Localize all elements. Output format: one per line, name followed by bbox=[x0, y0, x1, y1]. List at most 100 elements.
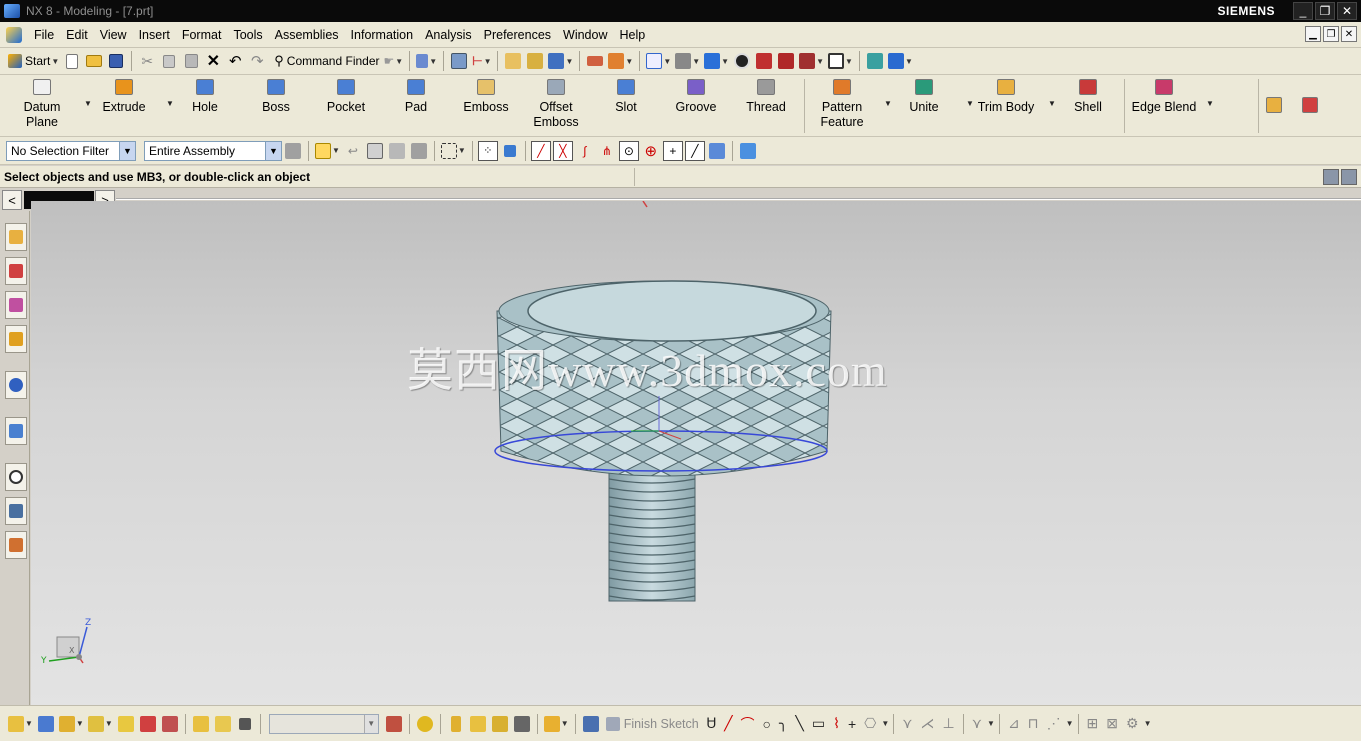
relations-browser-icon[interactable]: ⚙ bbox=[1126, 715, 1139, 732]
command-finder-button[interactable]: ⚲ Command Finder bbox=[274, 51, 379, 71]
reattach-button[interactable] bbox=[491, 714, 509, 734]
feature-groove-button[interactable]: Groove bbox=[662, 79, 730, 115]
view-sketch-button[interactable] bbox=[416, 714, 434, 734]
delete-button[interactable]: ✕ bbox=[204, 51, 222, 71]
measure-button[interactable] bbox=[586, 51, 604, 71]
feature-boss-button[interactable]: Boss bbox=[242, 79, 310, 115]
replace-face-button[interactable] bbox=[117, 714, 135, 734]
snap-on-curve-button[interactable]: ╱ bbox=[684, 140, 705, 161]
profile-tool-icon[interactable]: Ꮜ bbox=[707, 715, 716, 732]
circle-tool-icon[interactable]: ○ bbox=[763, 716, 771, 732]
geometric-constraints-icon[interactable]: ⊓ bbox=[1028, 715, 1039, 732]
menu-information[interactable]: Information bbox=[345, 25, 420, 45]
reuse-library-tab[interactable] bbox=[5, 325, 27, 353]
offset-curve-icon[interactable]: ⎔ bbox=[864, 715, 876, 732]
line-tool-icon[interactable]: ╱ bbox=[724, 715, 732, 732]
linked-face-button[interactable] bbox=[236, 714, 254, 734]
snap-quadrant-button[interactable]: ⊕ bbox=[642, 141, 660, 161]
restore-button[interactable]: ❐ bbox=[1315, 2, 1335, 20]
menu-insert[interactable]: Insert bbox=[133, 25, 176, 45]
drag-handles-button[interactable] bbox=[526, 51, 544, 71]
doc-restore-icon[interactable]: ❐ bbox=[1323, 26, 1339, 42]
selection-filter-combo[interactable]: No Selection Filter ▼ bbox=[6, 140, 136, 161]
snap-enable-button[interactable]: ⁘ bbox=[477, 140, 498, 161]
new-button[interactable] bbox=[63, 51, 81, 71]
window-tile-icon[interactable] bbox=[1341, 169, 1357, 185]
feature-shell-button[interactable]: Shell bbox=[1054, 79, 1122, 115]
delete-face-button[interactable] bbox=[161, 714, 179, 734]
doc-close-icon[interactable]: ✕ bbox=[1341, 26, 1357, 42]
feature-pocket-button[interactable]: Pocket bbox=[312, 79, 380, 115]
feature-emboss-button[interactable]: Emboss bbox=[452, 79, 520, 115]
alternate-solution-icon[interactable]: ⊞ bbox=[1087, 715, 1099, 732]
feature-pad-button[interactable]: Pad bbox=[382, 79, 450, 115]
roles-tab[interactable] bbox=[5, 531, 27, 559]
cut-button[interactable]: ✂ bbox=[138, 51, 156, 71]
orient-button[interactable]: ▼ bbox=[548, 51, 573, 71]
snap-endpoint-button[interactable]: ╱ bbox=[530, 140, 551, 161]
shaded-button[interactable] bbox=[733, 51, 751, 71]
minimize-button[interactable]: _ bbox=[1293, 2, 1313, 20]
quick-trim-icon[interactable]: ⋎ bbox=[902, 715, 912, 732]
assembly-navigator-tab[interactable] bbox=[5, 223, 27, 251]
feature-trim-body-button[interactable]: Trim Body bbox=[972, 79, 1040, 115]
feature-extrude-button[interactable]: Extrude bbox=[90, 79, 158, 115]
inferred-constraints-icon[interactable]: ⊠ bbox=[1106, 715, 1118, 732]
clock-tab[interactable] bbox=[5, 463, 27, 491]
constraints-icon[interactable]: ⋎ bbox=[972, 715, 982, 732]
finish-sketch-button[interactable]: Finish Sketch bbox=[605, 716, 699, 731]
background-button[interactable]: ▼ bbox=[828, 51, 853, 71]
feature-rule-button[interactable]: ▼ bbox=[315, 141, 340, 161]
select-face-button[interactable] bbox=[388, 141, 406, 161]
assembly-feature-icon[interactable] bbox=[1302, 97, 1318, 113]
undo-button[interactable]: ↶ bbox=[226, 51, 244, 71]
fit-button[interactable]: ▼ bbox=[646, 51, 671, 71]
doc-minimize-icon[interactable]: ▁ bbox=[1305, 26, 1321, 42]
sketch-settings-button[interactable] bbox=[385, 714, 403, 734]
filter-options-button[interactable] bbox=[284, 141, 302, 161]
constraint-navigator-tab[interactable] bbox=[5, 257, 27, 285]
menu-view[interactable]: View bbox=[94, 25, 133, 45]
work-layer-button[interactable]: ▼ bbox=[887, 51, 913, 71]
snap-arc-center-button[interactable]: ⊙ bbox=[618, 140, 639, 161]
feature-datum-plane-button[interactable]: Datum Plane bbox=[8, 79, 76, 130]
feature-thread-button[interactable]: Thread bbox=[732, 79, 800, 115]
paste-button[interactable] bbox=[182, 51, 200, 71]
menu-tools[interactable]: Tools bbox=[227, 25, 268, 45]
snap-bounded-button[interactable] bbox=[739, 141, 757, 161]
rectangle-select-button[interactable]: ▼ bbox=[440, 141, 466, 161]
snap-view-button[interactable] bbox=[504, 51, 522, 71]
dimension-icon[interactable]: ⊿ bbox=[1008, 715, 1020, 732]
make-corner-icon[interactable]: ⊥ bbox=[943, 715, 955, 732]
polygon-tool-icon[interactable]: ⌇ bbox=[833, 715, 840, 732]
rectangle-tool-icon[interactable]: ▭ bbox=[812, 715, 825, 732]
snap-intersection-button[interactable]: ⋔ bbox=[598, 141, 616, 161]
menu-window[interactable]: Window bbox=[557, 25, 613, 45]
redo-button[interactable]: ↷ bbox=[248, 51, 266, 71]
feature-pattern-feature-button[interactable]: Pattern Feature bbox=[808, 79, 876, 130]
sketch-orient-button[interactable] bbox=[469, 714, 487, 734]
close-button[interactable]: ✕ bbox=[1337, 2, 1357, 20]
offset-region-button[interactable]: ▼ bbox=[87, 714, 113, 734]
sketch-name-combo[interactable]: ▼ bbox=[268, 713, 379, 734]
feature-unite-button[interactable]: Unite bbox=[890, 79, 958, 115]
update-model-button[interactable] bbox=[513, 714, 531, 734]
feature-slot-button[interactable]: Slot bbox=[592, 79, 660, 115]
snap-existing-point-button[interactable]: + bbox=[662, 140, 683, 161]
selection-scope-combo[interactable]: Entire Assembly ▼ bbox=[144, 140, 282, 161]
move-face-button[interactable] bbox=[37, 714, 55, 734]
pull-face-button[interactable]: ▼ bbox=[58, 714, 84, 734]
menu-format[interactable]: Format bbox=[176, 25, 228, 45]
synchronous-button[interactable]: ▼ bbox=[8, 714, 33, 734]
sketch-options-button[interactable]: ▼ bbox=[543, 714, 569, 734]
menu-edit[interactable]: Edit bbox=[60, 25, 94, 45]
feature-hole-button[interactable]: Hole bbox=[171, 79, 239, 115]
quickpick-button[interactable]: ↩ bbox=[344, 141, 362, 161]
snap-midpoint-button[interactable]: ╳ bbox=[552, 140, 573, 161]
selection-options-button[interactable]: ▼ bbox=[416, 51, 437, 71]
layer-button[interactable] bbox=[866, 51, 884, 71]
point-tool-icon[interactable]: + bbox=[848, 716, 856, 732]
view-orientation-button[interactable]: ▼ bbox=[704, 51, 729, 71]
menu-help[interactable]: Help bbox=[614, 25, 652, 45]
snap-on-face-button[interactable] bbox=[708, 141, 726, 161]
